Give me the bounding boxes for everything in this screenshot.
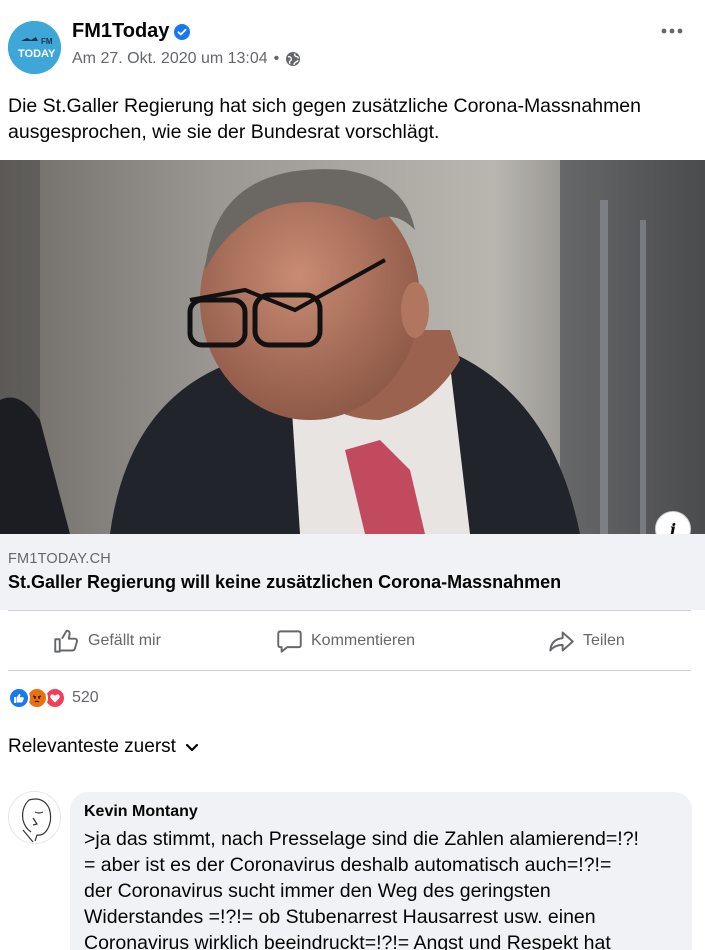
- sort-label: Relevanteste zuerst: [8, 736, 176, 757]
- divider: [8, 610, 691, 611]
- divider: [8, 670, 691, 671]
- thumbs-up-icon: [54, 629, 79, 653]
- link-title[interactable]: St.Galler Regierung will keine zusätzlic…: [8, 572, 561, 593]
- comment-label: Kommentieren: [311, 632, 416, 649]
- link-domain: FM1TODAY.CH: [8, 551, 111, 567]
- share-button[interactable]: Teilen: [548, 612, 625, 670]
- svg-text:TODAY: TODAY: [18, 48, 56, 60]
- post-header: FM TODAY FM1Today Am 27. Okt. 2020 um 13…: [0, 0, 705, 80]
- globe-icon: [286, 52, 301, 66]
- svg-text:FM: FM: [41, 37, 53, 46]
- comment-button[interactable]: Kommentieren: [276, 612, 415, 670]
- share-label: Teilen: [583, 632, 625, 649]
- more-options-icon[interactable]: [659, 18, 685, 44]
- page-name[interactable]: FM1Today: [72, 20, 169, 43]
- reaction-count: 520: [72, 689, 99, 706]
- post-timestamp[interactable]: Am 27. Okt. 2020 um 13:04: [72, 50, 268, 68]
- share-icon: [549, 631, 574, 651]
- chevron-down-icon: [185, 743, 199, 752]
- politician-photo: [0, 160, 705, 534]
- reactions-summary[interactable]: 520: [8, 686, 99, 710]
- comment-sort-dropdown[interactable]: Relevanteste zuerst: [8, 736, 200, 758]
- comment-text: >ja das stimmt, nach Presselage sind die…: [84, 828, 639, 950]
- meta-separator: •: [273, 50, 280, 67]
- fm1today-logo: FM TODAY: [8, 21, 61, 74]
- page-avatar[interactable]: FM TODAY: [8, 21, 61, 74]
- commenter-avatar[interactable]: [8, 791, 61, 844]
- sketch-face-avatar: [9, 792, 60, 843]
- comment-bubble: Kevin Montany >ja das stimmt, nach Press…: [70, 792, 692, 950]
- like-icon: [8, 687, 30, 709]
- verified-badge-icon: [174, 23, 191, 40]
- link-preview-image[interactable]: [0, 160, 705, 534]
- action-bar: Gefällt mir Kommentieren Teilen: [0, 612, 705, 670]
- comment-author[interactable]: Kevin Montany: [84, 803, 198, 821]
- post-meta: Am 27. Okt. 2020 um 13:04 •: [72, 50, 301, 68]
- post-text: Die St.Galler Regierung hat sich gegen z…: [8, 95, 641, 143]
- link-preview[interactable]: FM1TODAY.CH St.Galler Regierung will kei…: [0, 534, 705, 610]
- like-label: Gefällt mir: [88, 632, 161, 649]
- like-button[interactable]: Gefällt mir: [53, 612, 161, 670]
- comment-icon: [277, 629, 302, 653]
